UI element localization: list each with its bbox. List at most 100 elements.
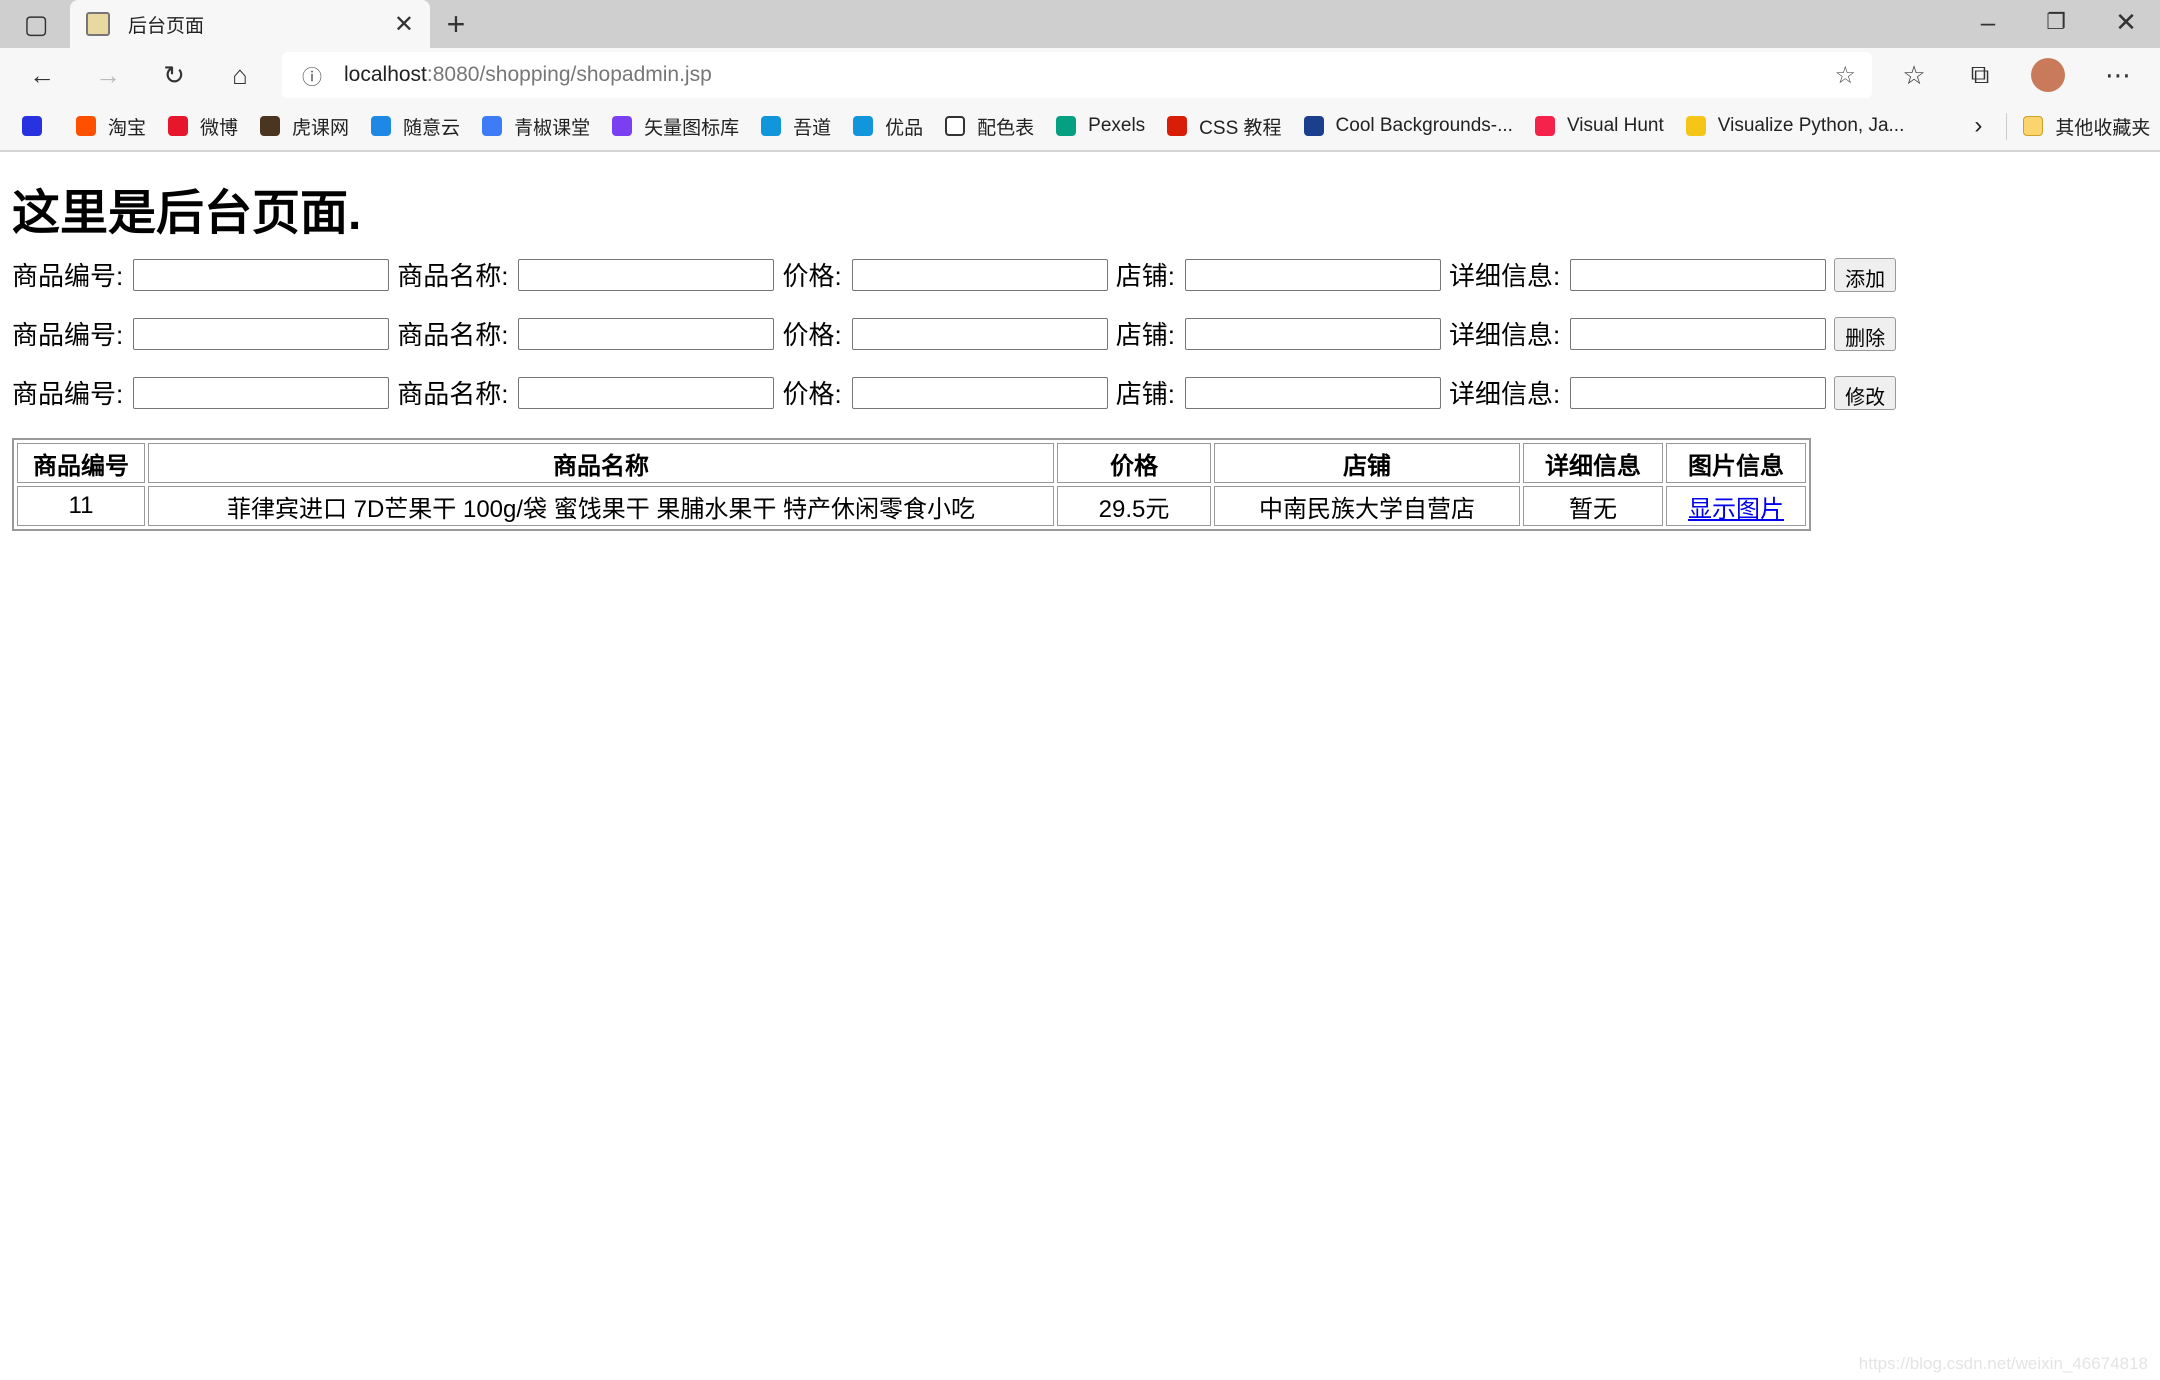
bookmarks-bar: 淘宝 微博 虎课网 随意云 青椒课堂 矢量图标库 吾道 优品 配色表 Pexels CSS 教程 Co… [0,102,2160,152]
label-details: 详细信息: [1448,379,1561,409]
address-bar[interactable]: ⓘ localhost:8080/shopping/shopadmin.jsp … [282,52,1872,98]
table-row: 11 菲律宾进口 7D芒果干 100g/袋 蜜饯果干 果脯水果干 特产休闲零食小吃… [17,486,1806,526]
tab-active[interactable]: 后台页面 ✕ [70,0,430,48]
details-input[interactable] [1570,258,1827,291]
url-host: localhost [344,63,427,86]
bookmark-item[interactable]: 微博 [168,113,238,140]
product-name-input[interactable] [518,317,775,350]
price-input[interactable] [851,258,1108,291]
product-id-input[interactable] [133,317,390,350]
bookmark-item[interactable]: 配色表 [945,113,1034,140]
bookmark-label: 微博 [200,117,239,139]
shop-input[interactable] [1184,317,1441,350]
label-details: 详细信息: [1448,320,1561,350]
avatar[interactable] [2028,55,2068,95]
label-product-id: 商品编号: [12,320,124,350]
bookmark-label: 吾道 [793,117,832,139]
label-price: 价格: [782,261,842,291]
bookmark-item[interactable]: Visualize Python, Ja... [1685,115,1904,137]
bookmark-icon [853,116,874,136]
form-submit-button[interactable]: 删除 [1834,316,1897,351]
more-bookmarks-icon[interactable]: › [1974,112,1982,140]
table-header-row: 商品编号 商品名称 价格 店铺 详细信息 图片信息 [17,443,1806,483]
page-content: 这里是后台页面. 商品编号: 商品名称: 价格: 店铺: 详细信息: 添加 商品编号: 商品名… [12,155,1897,531]
label-product-name: 商品名称: [397,320,509,350]
bookmark-item[interactable]: Cool Backgrounds-... [1303,115,1513,137]
other-bookmarks-folder[interactable]: 其他收藏夹 [2006,112,2150,140]
table-cell: 11 [17,486,145,526]
bookmark-item[interactable]: Visual Hunt [1534,115,1664,137]
label-product-id: 商品编号: [12,379,124,409]
back-icon[interactable]: ← [22,55,62,95]
product-name-input[interactable] [518,376,775,409]
details-input[interactable] [1570,376,1827,409]
close-tab-icon[interactable]: ✕ [394,10,414,39]
add-favorite-icon[interactable]: ☆ [1834,61,1856,90]
bookmark-icon [76,116,96,136]
column-header: 商品编号 [17,443,145,483]
bookmark-item[interactable]: 青椒课堂 [482,113,590,140]
price-input[interactable] [851,376,1108,409]
favorites-icon[interactable]: ☆ [1894,55,1934,95]
tab-actions-icon[interactable]: ▢ [16,4,56,44]
label-details: 详细信息: [1448,261,1561,291]
bookmark-icon [482,116,503,136]
bookmark-item[interactable]: 吾道 [761,113,831,140]
refresh-icon[interactable]: ↻ [154,55,194,95]
url-path: :8080/shopping/shopadmin.jsp [426,63,712,86]
table-cell: 中南民族大学自营店 [1214,486,1520,526]
form-submit-button[interactable]: 修改 [1834,375,1897,410]
bookmark-item[interactable]: 矢量图标库 [612,113,739,140]
column-header: 商品名称 [148,443,1054,483]
bookmark-label: Visual Hunt [1566,115,1664,136]
bookmark-icon [168,116,189,136]
label-shop: 店铺: [1115,261,1175,291]
bookmark-item[interactable]: 随意云 [371,113,460,140]
table-cell: 暂无 [1523,486,1663,526]
product-name-input[interactable] [518,258,775,291]
bookmark-icon [371,116,392,136]
form-submit-button[interactable]: 添加 [1834,257,1897,292]
minimize-icon[interactable]: – [1968,2,2008,42]
bookmark-item[interactable]: CSS 教程 [1167,113,1282,140]
bookmark-icon [1056,116,1077,136]
bookmark-icon [1534,116,1555,136]
label-product-id: 商品编号: [12,261,124,291]
label-shop: 店铺: [1115,379,1175,409]
more-icon[interactable]: ⋯ [2098,55,2138,95]
new-tab-icon[interactable]: + [436,4,476,44]
product-id-input[interactable] [133,258,390,291]
forward-icon[interactable]: → [88,55,128,95]
show-image-link[interactable]: 显示图片 [1688,496,1784,523]
column-header: 详细信息 [1523,443,1663,483]
restore-icon[interactable]: ❐ [2036,2,2076,42]
price-input[interactable] [851,317,1108,350]
details-input[interactable] [1570,317,1827,350]
home-icon[interactable]: ⌂ [220,55,260,95]
bookmark-label: 青椒课堂 [514,117,591,139]
column-header: 店铺 [1214,443,1520,483]
shop-input[interactable] [1184,376,1441,409]
bookmark-icon [1685,116,1706,136]
bookmark-item[interactable]: 优品 [853,113,923,140]
collections-icon[interactable]: ⧉ [1960,55,2000,95]
bookmark-icon [945,116,966,136]
tab-bar: ▢ 后台页面 ✕ + – ❐ ✕ [0,0,2160,48]
product-id-input[interactable] [133,376,390,409]
bookmark-item[interactable]: 淘宝 [76,113,146,140]
bookmark-item[interactable] [22,116,54,136]
info-icon[interactable]: ⓘ [302,61,322,90]
shop-input[interactable] [1184,258,1441,291]
bookmark-item[interactable]: Pexels [1056,115,1145,137]
bookmark-label: Pexels [1088,115,1146,136]
folder-icon [2023,116,2044,136]
page-favicon-icon [86,12,110,36]
page-title: 这里是后台页面. [12,187,362,240]
bookmark-icon [22,116,42,136]
bookmark-item[interactable]: 虎课网 [260,113,349,140]
bookmark-label: 虎课网 [292,117,350,139]
window-close-icon[interactable]: ✕ [2106,2,2146,42]
table-cell: 29.5元 [1057,486,1211,526]
column-header: 图片信息 [1666,443,1806,483]
bookmark-label: Cool Backgrounds-... [1335,115,1513,136]
